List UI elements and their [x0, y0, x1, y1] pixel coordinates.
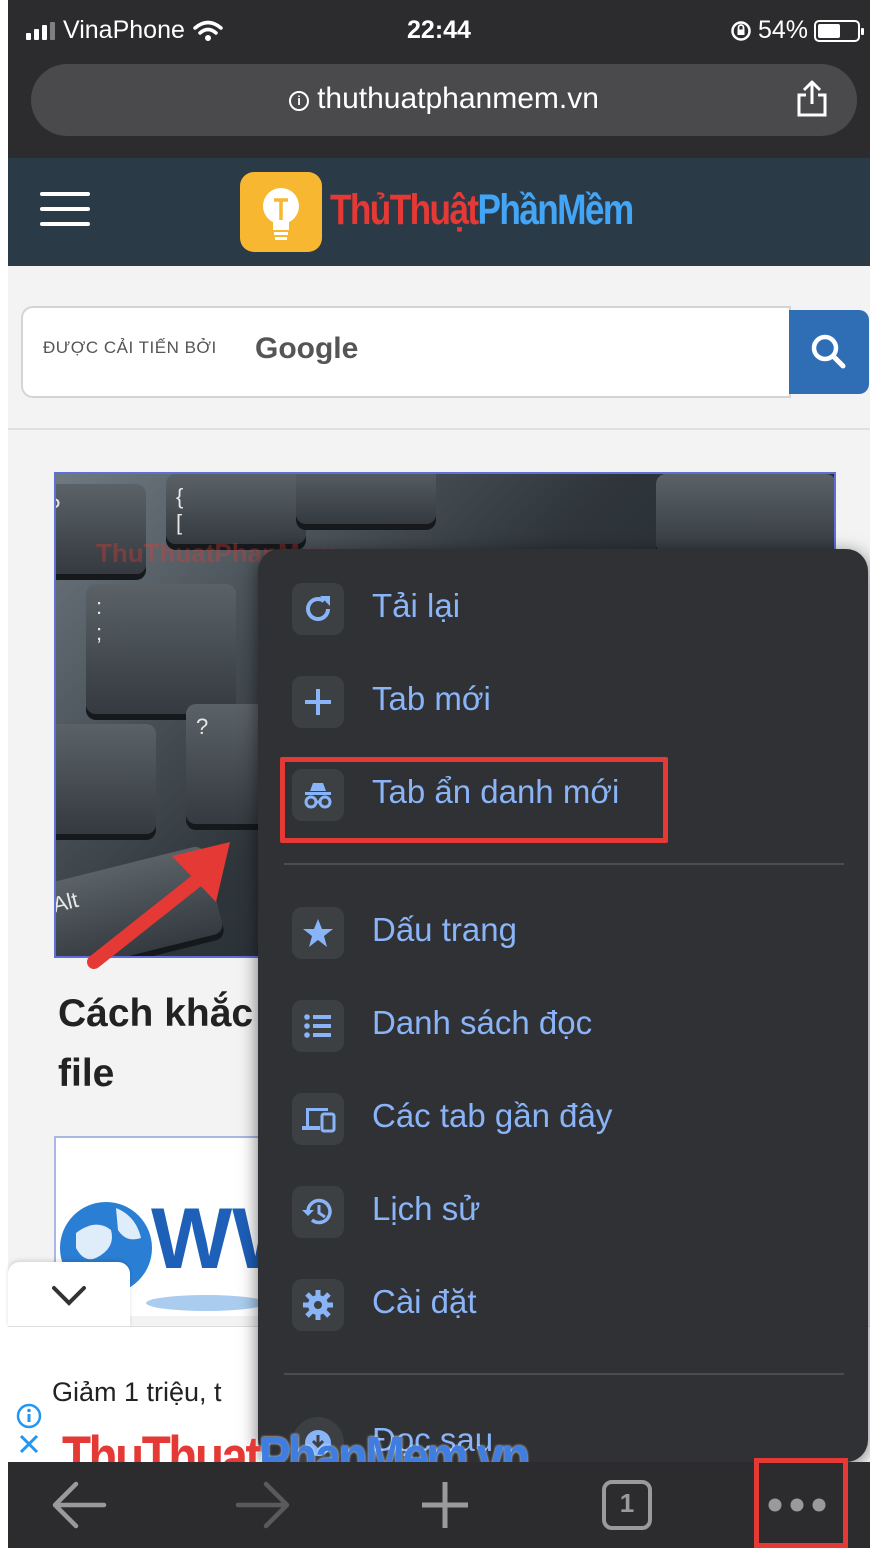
list-icon [292, 1000, 344, 1052]
battery-icon [814, 19, 864, 42]
chevron-down-icon [52, 1286, 86, 1306]
article-title-line1: Cách khắc [58, 992, 254, 1035]
divider [8, 428, 870, 430]
lightbulb-logo-icon[interactable] [240, 172, 322, 252]
logo-part1: ThủThuật [330, 186, 479, 234]
battery-percent: 54% [757, 16, 808, 44]
gear-icon [292, 1279, 344, 1331]
highlight-box-more [754, 1458, 848, 1548]
back-button[interactable] [44, 1470, 114, 1540]
back-arrow-icon [52, 1481, 107, 1529]
search-button[interactable] [789, 310, 869, 394]
menu-item-settings[interactable]: Cài đặt [258, 1259, 868, 1352]
reload-icon [292, 583, 344, 635]
annotation-arrow [87, 842, 230, 969]
url-text: thuthuatphanmem.vn [317, 82, 599, 115]
ad-info-icon[interactable] [16, 1403, 42, 1429]
history-icon [292, 1186, 344, 1238]
search-input[interactable]: ĐƯỢC CẢI TIẾN BỞI Google [21, 306, 791, 398]
menu-item-label: Tab mới [372, 680, 491, 717]
menu-item-new-tab[interactable]: Tab mới [258, 656, 868, 749]
menu-item-label: Dấu trang [372, 911, 517, 948]
menu-item-label: Lịch sử [372, 1190, 481, 1227]
menu-item-reload[interactable]: Tải lại [258, 563, 868, 656]
plus-icon [292, 676, 344, 728]
menu-item-label: Tải lại [372, 587, 461, 624]
share-icon[interactable] [795, 80, 829, 118]
menu-divider [284, 1373, 844, 1375]
status-bar: VinaPhone 22:44 54% [8, 0, 870, 62]
bottom-toolbar: 1 [8, 1462, 870, 1548]
forward-arrow-icon [235, 1481, 290, 1529]
menu-item-reading-list[interactable]: Danh sách đọc [258, 980, 868, 1073]
article-title-line2: file [58, 1052, 115, 1095]
tab-switcher-button[interactable]: 1 [592, 1470, 662, 1540]
search-powered-label: ĐƯỢC CẢI TIẾN BỞI [43, 338, 217, 357]
star-icon [292, 907, 344, 959]
site-header: ThủThuậtPhầnMềm [8, 158, 870, 266]
ad-close-icon[interactable] [18, 1433, 40, 1455]
hamburger-menu-icon[interactable] [40, 192, 90, 228]
menu-item-label: Các tab gần đây [372, 1097, 613, 1134]
menu-item-label: Danh sách đọc [372, 1004, 593, 1041]
plus-icon [422, 1482, 468, 1528]
google-label: Google [255, 332, 359, 365]
ad-collapse-button[interactable] [8, 1262, 130, 1328]
tab-count: 1 [619, 1488, 635, 1518]
article-title[interactable]: Cách khắc file [58, 984, 253, 1104]
info-icon[interactable]: i [289, 91, 310, 111]
menu-divider [284, 863, 844, 865]
menu-item-label: Cài đặt [372, 1283, 477, 1320]
search-icon [811, 334, 846, 369]
menu-item-bookmarks[interactable]: Dấu trang [258, 887, 868, 980]
status-right: 54% [730, 16, 864, 45]
address-bar-area: i thuthuatphanmem.vn [8, 62, 870, 158]
ad-text: Giảm 1 triệu, t [52, 1377, 222, 1407]
logo-part2: PhầnMềm [477, 186, 634, 234]
url-display: i thuthuatphanmem.vn [31, 82, 857, 116]
site-logo-text[interactable]: ThủThuậtPhầnMềm [330, 186, 634, 235]
menu-item-history[interactable]: Lịch sử [258, 1166, 868, 1259]
rotation-lock-icon [731, 20, 751, 41]
menu-item-recent-tabs[interactable]: Các tab gần đây [258, 1073, 868, 1166]
forward-button[interactable] [228, 1470, 298, 1540]
devices-icon [292, 1093, 344, 1145]
address-bar[interactable]: i thuthuatphanmem.vn [31, 64, 857, 136]
highlight-box-incognito [280, 757, 668, 843]
overflow-menu: Tải lại Tab mới Tab ẩn danh mới Dấu tran… [258, 549, 868, 1462]
new-tab-button[interactable] [410, 1470, 480, 1540]
